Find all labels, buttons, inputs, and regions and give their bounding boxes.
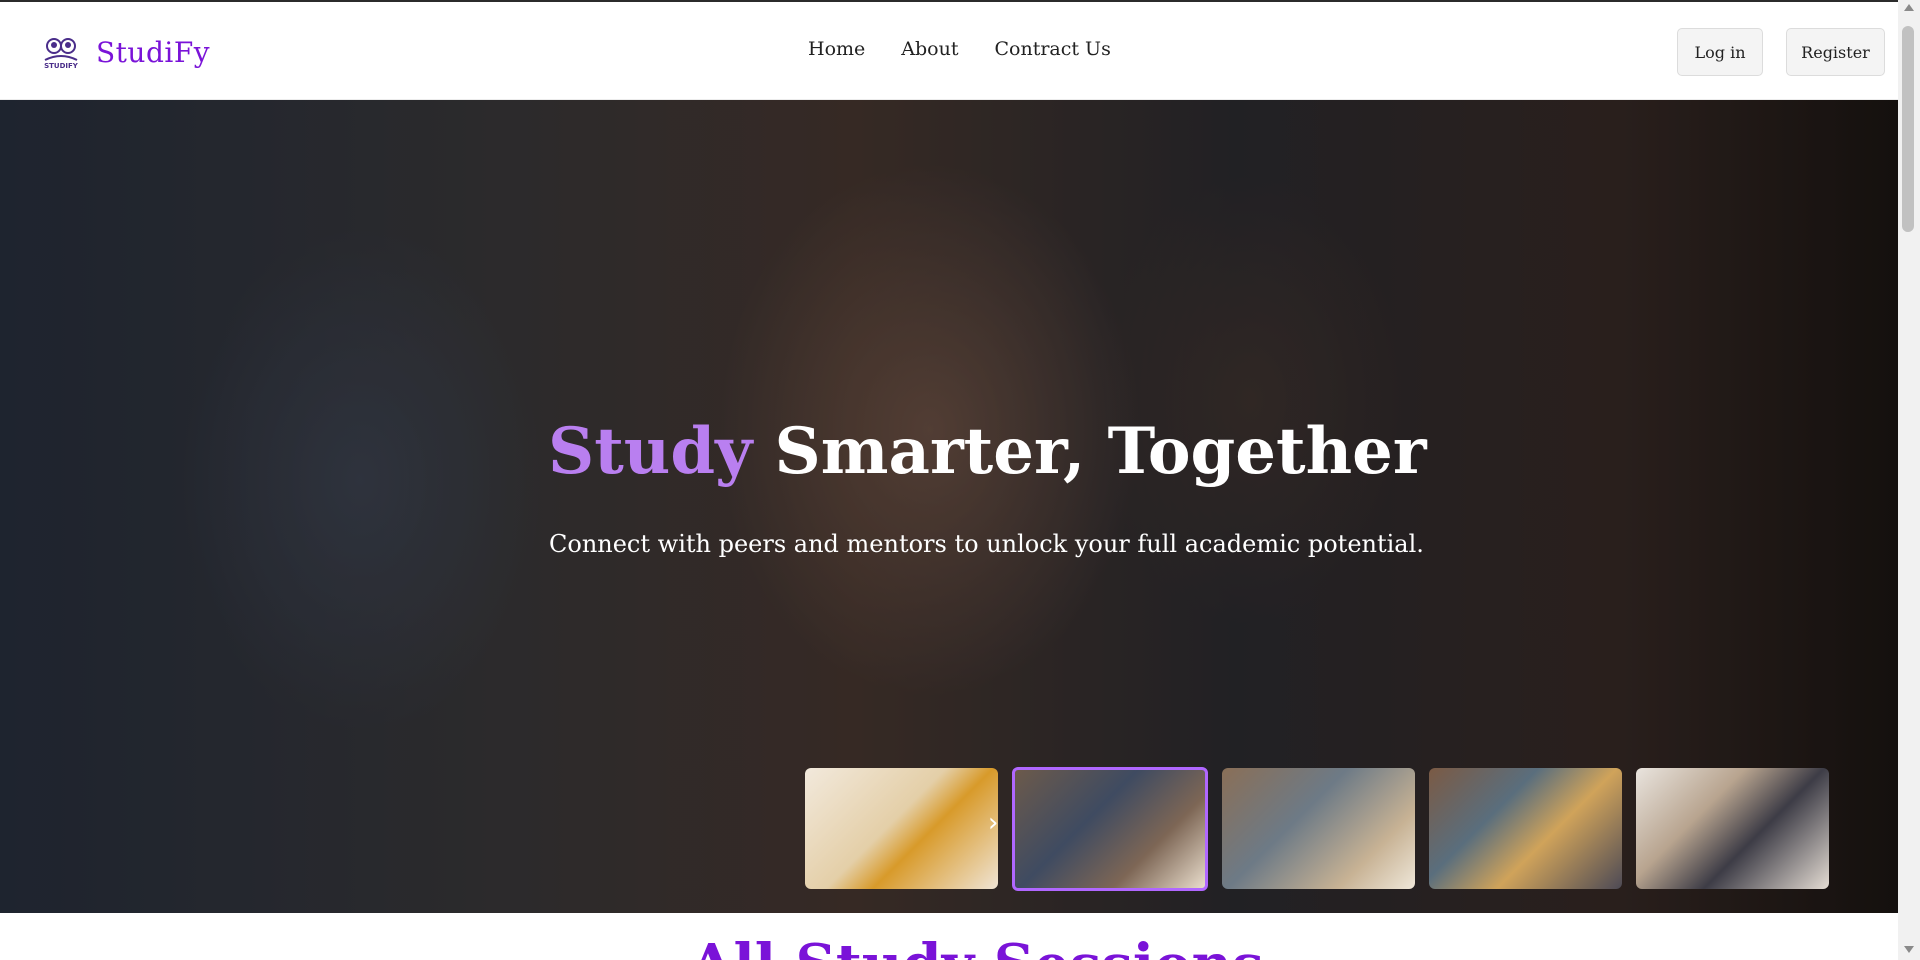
brand[interactable]: STUDIFY StudiFy bbox=[42, 32, 210, 72]
site-header: STUDIFY StudiFy Home About Contract Us L… bbox=[0, 2, 1898, 100]
nav-contact-link[interactable]: Contract Us bbox=[994, 38, 1110, 60]
hero-title-rest: Smarter, Together bbox=[752, 414, 1427, 489]
hero-title: Study Smarter, Together bbox=[548, 414, 1427, 489]
hero-banner: Study Smarter, Together Connect with pee… bbox=[0, 100, 1898, 913]
brand-name[interactable]: StudiFy bbox=[96, 36, 210, 69]
thumbnail-study-photo-3[interactable] bbox=[1222, 768, 1415, 889]
logo-text: STUDIFY bbox=[44, 62, 79, 70]
scrollbar-thumb[interactable] bbox=[1902, 26, 1914, 232]
studify-logo-icon: STUDIFY bbox=[44, 38, 79, 70]
thumbnail-study-photo-4[interactable] bbox=[1429, 768, 1622, 889]
hero-title-accent: Study bbox=[548, 414, 753, 489]
hero-thumbnail-strip: › bbox=[805, 767, 1829, 891]
nav-home-link[interactable]: Home bbox=[808, 38, 865, 60]
section-title: All Study Sessions bbox=[690, 932, 1264, 960]
thumbnail-study-photo-1[interactable]: › bbox=[805, 768, 998, 889]
thumbnail-study-photo-2-active[interactable] bbox=[1012, 767, 1208, 891]
main-nav: Home About Contract Us bbox=[808, 38, 1111, 60]
register-button[interactable]: Register bbox=[1786, 28, 1885, 76]
thumbnail-study-photo-5[interactable] bbox=[1636, 768, 1829, 889]
scroll-up-arrow-icon[interactable] bbox=[1904, 4, 1914, 11]
nav-about-link[interactable]: About bbox=[901, 38, 958, 60]
hero-subtitle: Connect with peers and mentors to unlock… bbox=[549, 530, 1424, 558]
scroll-down-arrow-icon[interactable] bbox=[1904, 946, 1914, 953]
chevron-right-icon: › bbox=[988, 808, 998, 838]
login-button[interactable]: Log in bbox=[1677, 28, 1763, 76]
